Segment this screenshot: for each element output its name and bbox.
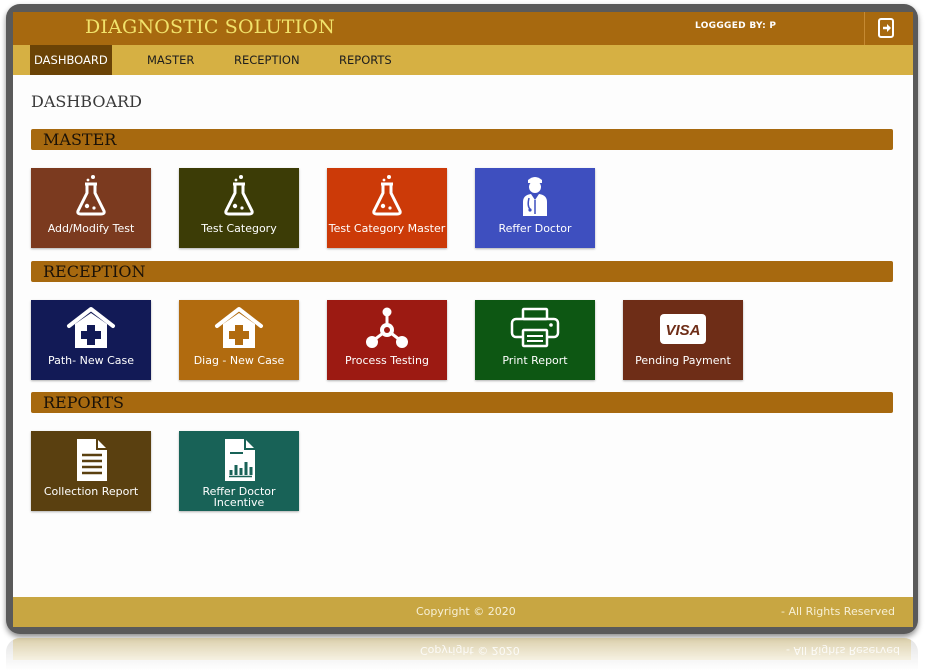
flask-icon	[224, 175, 254, 216]
section-title: RECEPTION	[43, 262, 146, 281]
tile-test-category-master[interactable]: Test Category Master	[327, 168, 447, 248]
process-icon	[366, 307, 408, 348]
tile-label: Test Category	[201, 222, 277, 235]
document-icon	[77, 439, 107, 481]
main-menu: DASHBOARD MASTER RECEPTION REPORTS	[13, 45, 913, 75]
app-title: DIAGNOSTIC SOLUTION	[85, 16, 335, 38]
hospital-icon	[215, 307, 263, 348]
report-chart-icon	[225, 439, 255, 481]
tile-pending-payment[interactable]: VISA Pending Payment	[623, 300, 743, 380]
logged-by-label: LOGGGED BY: P	[695, 21, 777, 31]
top-header: DIAGNOSTIC SOLUTION LOGGGED BY: P	[13, 12, 913, 45]
logout-icon	[878, 18, 894, 38]
reflection-rights: - All Rights Reserved	[786, 644, 900, 657]
tile-diag-new-case[interactable]: Diag - New Case	[179, 300, 299, 380]
tile-label: Print Report	[502, 354, 568, 367]
menu-dashboard[interactable]: DASHBOARD	[30, 45, 112, 75]
reflection-copyright: Copyright © 2020	[420, 644, 520, 657]
page-title: DASHBOARD	[31, 92, 142, 111]
tile-label: Reffer Doctor	[498, 222, 572, 235]
tile-test-category[interactable]: Test Category	[179, 168, 299, 248]
tile-label: Test Category Master	[328, 222, 446, 235]
footer-copyright: Copyright © 2020	[416, 605, 516, 618]
doctor-icon	[523, 177, 547, 216]
section-title: MASTER	[43, 130, 117, 149]
app-screen: DIAGNOSTIC SOLUTION LOGGGED BY: P DASHBO…	[13, 12, 913, 627]
tile-add-modify-test[interactable]: Add/Modify Test	[31, 168, 151, 248]
tile-path-new-case[interactable]: Path- New Case	[31, 300, 151, 380]
tile-collection-report[interactable]: Collection Report	[31, 431, 151, 511]
window-reflection: Copyright © 2020 - All Rights Reserved	[6, 638, 918, 670]
menu-master[interactable]: MASTER	[143, 45, 198, 75]
tile-label: Path- New Case	[47, 354, 135, 367]
menu-reception[interactable]: RECEPTION	[230, 45, 304, 75]
tile-label: Diag - New Case	[193, 354, 285, 367]
section-header-reception: RECEPTION	[31, 261, 893, 282]
section-header-reports: REPORTS	[31, 392, 893, 413]
section-header-master: MASTER	[31, 129, 893, 150]
visa-card-icon: VISA	[660, 314, 706, 344]
svg-text:VISA: VISA	[665, 322, 700, 339]
tile-process-testing[interactable]: Process Testing	[327, 300, 447, 380]
tile-reffer-doctor-incentive[interactable]: Reffer Doctor Incentive	[179, 431, 299, 511]
tile-print-report[interactable]: Print Report	[475, 300, 595, 380]
page-footer: Copyright © 2020 - All Rights Reserved	[13, 597, 913, 627]
tile-label: Reffer Doctor Incentive	[202, 485, 276, 509]
tile-label: Add/Modify Test	[47, 222, 135, 235]
printer-icon	[510, 307, 560, 348]
tile-label: Collection Report	[43, 485, 139, 498]
flask-icon	[372, 175, 402, 216]
menu-reports[interactable]: REPORTS	[335, 45, 396, 75]
tile-label: Pending Payment	[635, 354, 731, 367]
section-title: REPORTS	[43, 393, 125, 412]
tile-reffer-doctor[interactable]: Reffer Doctor	[475, 168, 595, 248]
tile-label: Process Testing	[345, 354, 429, 367]
logout-button[interactable]	[864, 12, 913, 45]
hospital-icon	[67, 307, 115, 348]
footer-rights: - All Rights Reserved	[781, 605, 895, 618]
flask-icon	[76, 175, 106, 216]
